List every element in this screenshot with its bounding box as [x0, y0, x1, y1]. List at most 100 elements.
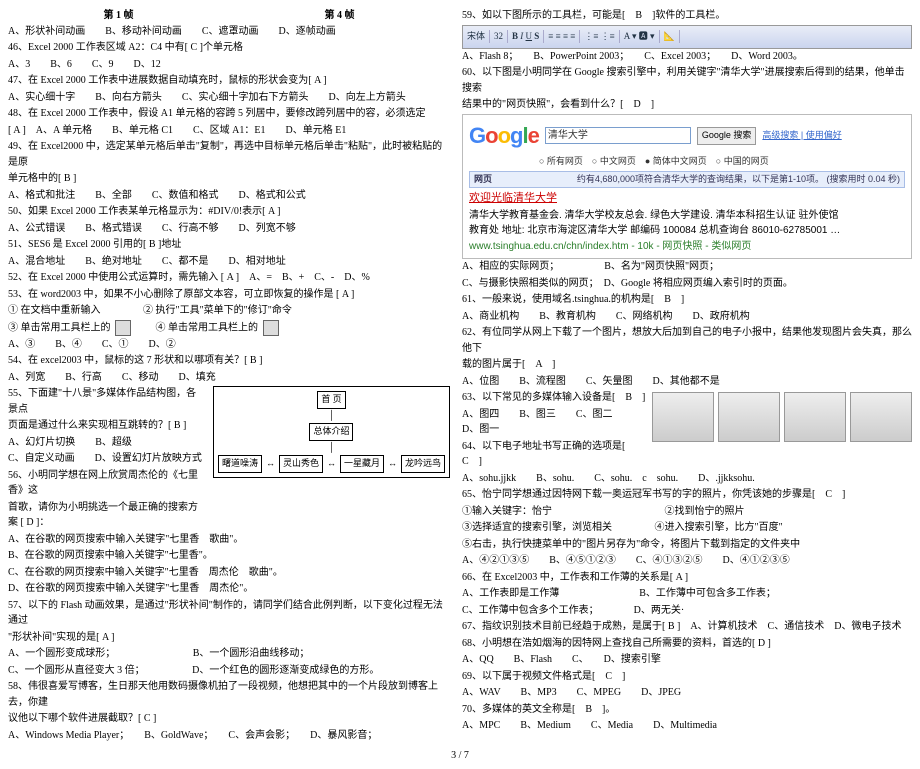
undo-icon: [115, 320, 131, 336]
result-desc2: 教育处 地址: 北京市海淀区清华大学 邮编码 100084 总机查询台 8601…: [469, 225, 840, 236]
frame-1-header: 第 1 帧: [104, 8, 134, 24]
q65-step3: ③选择适宜的搜索引擎，浏览相关: [462, 522, 612, 533]
q65-options: A、④②①③⑤ B、④⑤①②③ C、④①③②⑤ D、④①②③⑤: [462, 553, 912, 569]
google-logo: Google: [469, 119, 539, 153]
q47-options: A、实心细十字 B、向右方箭头 C、实心细十字加右下方箭头 D、向左上方箭头: [8, 90, 450, 106]
q62-options: A、位图 B、流程图 C、矢量图 D、其他都不是: [462, 374, 912, 390]
q61: 61、一般来说，使用域名.tsinghua.的机构是[ B ]: [462, 292, 912, 308]
diagram-node3: 一星藏月: [340, 455, 384, 473]
q60: 60、以下图是小明同学在 Google 搜索引擎中，利用关键字"清华大学"进展搜…: [462, 65, 912, 96]
q70-options: A、MPC B、Medium C、Media D、Multimedia: [462, 718, 912, 734]
result-desc1: 清华大学教育基金会. 清华大学校友总会. 绿色大学建设. 清华本科招生认证 驻外…: [469, 210, 838, 221]
q52: 52、在 Excel 2000 中使用公式运算时，需先输入 [ A ] A、= …: [8, 270, 450, 286]
toolbar-screenshot: 宋体32B I U S≡ ≡ ≡ ≡⋮≡ ⋮≡A ▾ 🅰 ▾📐: [462, 25, 912, 49]
q66: 66、在 Excel2003 中，工作表和工作薄的关系是[ A ]: [462, 570, 912, 586]
q51-options: A、混合地址 B、绝对地址 C、都不是 D、相对地址: [8, 254, 450, 270]
q53-step3: ③ 单击常用工具栏上的: [8, 322, 111, 333]
q46: 46、Excel 2000 工作表区域 A2：C4 中有[ C ]个单元格: [8, 40, 450, 56]
structure-diagram: 首 页 │ 总体介绍 │ 曙道噪涛↔ 灵山秀色↔ 一星藏月↔ 龙吟远鸟: [213, 386, 450, 478]
q58-line2: 议他以下哪个软件进展截取？[ C ]: [8, 711, 450, 727]
redo-icon: [263, 320, 279, 336]
q65-step2: ②找到怡宁的照片: [665, 506, 745, 517]
diagram-node2: 灵山秀色: [279, 455, 323, 473]
q58-options: A、Windows Media Player； B、GoldWave； C、会声…: [8, 728, 450, 744]
q62-line2: 载的图片属于[ A ]: [462, 357, 912, 373]
q55-options: A、幻灯片切换 B、超级: [8, 435, 205, 451]
q65-step1: ①输入关键字：怡宁: [462, 506, 552, 517]
q55: 55、下面建"十八景"多媒体作品结构图，各景点: [8, 386, 205, 417]
q59: 59、如以下图所示的工具栏，可能是[ B ]软件的工具栏。: [462, 8, 912, 24]
q56: 56、小明同学想在网上欣赏周杰伦的《七里香》这: [8, 468, 205, 499]
q54: 54、在 excel2003 中，鼠标的这 7 形状和以哪项有关？[ B ]: [8, 353, 450, 369]
q63: 63、以下常见的多媒体输入设备是[ B ]: [462, 390, 646, 406]
q69-options: A、WAV B、MP3 C、MPEG D、JPEG: [462, 685, 912, 701]
result-url: www.tsinghua.edu.cn/chn/index.htm - 10k …: [469, 241, 751, 252]
q48: 48、在 Excel 2000 工作表中，假设 A1 单元格的容跨 5 列居中，…: [8, 106, 450, 122]
q56a: A、在谷歌的网页搜索中输入关键字"七里香 歌曲"。: [8, 532, 450, 548]
q57b: B、一个圆形沿曲线移动；: [193, 648, 310, 659]
q68-options: A、QQ B、Flash C、 D、搜索引擎: [462, 652, 912, 668]
q57: 57、以下的 Flash 动画效果，是通过"形状补间"制作的，请同学们结合此例判…: [8, 598, 450, 629]
result-title[interactable]: 欢迎光临清华大学: [469, 192, 557, 204]
q68: 68、小明想在浩如烟海的因特网上查找自己所需要的资料，首选的[ D ]: [462, 636, 912, 652]
q53-step1: ① 在文档中重新输入: [8, 305, 101, 316]
device-thumb-4: [850, 392, 912, 442]
q70: 70、多媒体的英文全称是[ B ]。: [462, 702, 912, 718]
q49-line2: 单元格中的[ B ]: [8, 171, 450, 187]
q55-options2: C、自定义动画 D、设置幻灯片放映方式: [8, 451, 205, 467]
device-thumbnails: [652, 392, 912, 442]
q51: 51、SES6 是 Excel 2000 引用的[ B ]地址: [8, 237, 450, 253]
search-button[interactable]: Google 搜索: [697, 127, 757, 145]
results-tab: 网页: [474, 174, 492, 184]
q55-line2: 页面是通过什么来实现相互跳转的？[ B ]: [8, 418, 205, 434]
google-screenshot: Google 清华大学 Google 搜索 高级搜索 | 使用偏好 ○ 所有网页…: [462, 114, 912, 260]
q54-options: A、列宽 B、行高 C、移动 D、填充: [8, 370, 450, 386]
q50-options: A、公式错误 B、格式错误 C、行高不够 D、列宽不够: [8, 221, 450, 237]
advanced-link[interactable]: 高级搜索 | 使用偏好: [762, 129, 841, 143]
device-thumb-3: [784, 392, 846, 442]
q46-options: A、3 B、6 C、9 D、12: [8, 57, 450, 73]
q53-options: A、③ B、④ C、① D、②: [8, 337, 450, 353]
q58: 58、伟很喜爱写博客，生日那天他用数码摄像机拍了一段视频，他想把其中的一个片段放…: [8, 679, 450, 710]
q62: 62、有位同学从网上下载了一个图片，想放大后加到自己的电子小报中，结果他发现图片…: [462, 325, 912, 356]
q56-line2: 首歌，请你为小明挑选一个最正确的搜索方案 [ D ]：: [8, 500, 205, 531]
diagram-node4: 龙吟远鸟: [401, 455, 445, 473]
device-thumb-1: [652, 392, 714, 442]
q57c: C、一个圆形从直径变大 3 倍；: [8, 665, 140, 676]
q65-step5: ⑤右击，执行快捷菜单中的"图片另存为"命令，将图片下载到指定的文件夹中: [462, 537, 912, 553]
q49: 49、在 Excel2000 中，选定某单元格后单击"复制"，再选中目标单元格后…: [8, 139, 450, 170]
q65: 65、怡宁同学想通过因特网下载一奥运冠军书写的字的照片，你凭该她的步骤是[ C …: [462, 487, 912, 503]
q49-options: A、格式和批注 B、全部 C、数值和格式 D、格式和公式: [8, 188, 450, 204]
search-input[interactable]: 清华大学: [545, 127, 691, 144]
q65-step4: ④进入搜索引擎，比方"百度": [655, 522, 783, 533]
diagram-root: 首 页: [317, 391, 345, 409]
results-stat: 约有4,680,000项符合清华大学的查询结果，以下是第1-10项。 (搜索用时…: [577, 173, 900, 187]
q53: 53、在 word2003 中，如果不小心删除了原部文本容，可立即恢复的操作是 …: [8, 287, 450, 303]
q50: 50、如果 Excel 2000 工作表某单元格显示为：#DIV/0!表示[ A…: [8, 204, 450, 220]
diagram-node1: 曙道噪涛: [218, 455, 262, 473]
q57d: D、一个红色的圆形逐渐变成绿色的方形。: [192, 665, 379, 676]
q53-step4: ④ 单击常用工具栏上的: [156, 322, 259, 333]
q64: 64、以下电子地址书写正确的选项是[ C ]: [462, 439, 646, 470]
q59-options: A、Flash 8； B、PowerPoint 2003； C、Excel 20…: [462, 49, 912, 65]
q48-line2: [ A ] A、A 单元格 B、单元格 C1 C、区域 A1：E1 D、单元格 …: [8, 123, 450, 139]
page-footer: 3 / 7: [8, 750, 912, 761]
diagram-sub: 总体介绍: [309, 423, 353, 441]
q53-step2: ② 执行"工具"菜单下的"修订"命令: [143, 305, 292, 316]
device-thumb-2: [718, 392, 780, 442]
q67: 67、指纹识别技术目前已经趋于成熟，是属于[ B ] A、计算机技术 C、通信技…: [462, 619, 912, 635]
q63-options: A、图四 B、图三 C、图二 D、图一: [462, 407, 646, 438]
q56b: B、在谷歌的网页搜索中输入关键字"七里香"。: [8, 548, 450, 564]
q45-options: A、形状补间动画 B、移动补间动画 C、遮罩动画 D、逐帧动画: [8, 24, 450, 40]
q66b: C、工作薄中包含多个工作表； D、两无关·: [462, 603, 912, 619]
q60a: A、相应的实际网页； B、名为"网页快照"网页；: [462, 259, 912, 275]
q60b: C、与摄影快照相类似的网页； D、Google 将相应网页编入索引时的页面。: [462, 276, 912, 292]
q60-line2: 结果中的"网页快照"，会看到什么？[ D ]: [462, 97, 912, 113]
q61-options: A、商业机构 B、教育机构 C、网络机构 D、政府机构: [462, 309, 912, 325]
q56d: D、在谷歌的网页搜索中输入关键字"七里香 周杰伦"。: [8, 581, 450, 597]
q47: 47、在 Excel 2000 工作表中进展数据自动填充时，鼠标的形状会变为[ …: [8, 73, 450, 89]
q69: 69、以下属于视频文件格式是[ C ]: [462, 669, 912, 685]
q57-line2: "形状补间"实现的是[ A ]: [8, 630, 450, 646]
q56c: C、在谷歌的网页搜索中输入关键字"七里香 周杰伦 歌曲"。: [8, 565, 450, 581]
search-scope-radios[interactable]: ○ 所有网页 ○ 中文网页 ● 简体中文网页 ○ 中国的网页: [539, 155, 905, 169]
